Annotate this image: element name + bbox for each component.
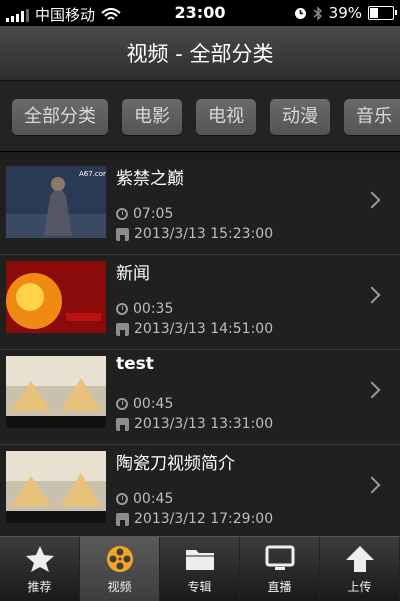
video-list: A67.com 紫禁之巅 07:05 2013/3/13 15:23:00 新闻…: [0, 160, 400, 540]
video-title: test: [116, 354, 154, 374]
chevron-right-icon[interactable]: [363, 476, 381, 494]
category-filter-bar[interactable]: 全部分类 电影 电视 动漫 音乐: [0, 81, 400, 152]
tab-label: 专辑: [187, 580, 212, 594]
upload-date-icon: [116, 512, 129, 526]
duration-text: 00:45: [133, 491, 174, 507]
video-date: 2013/3/13 13:31:00: [116, 416, 273, 432]
upload-date-icon: [116, 322, 129, 336]
monitor-icon: [265, 545, 294, 570]
battery-percent: 39%: [328, 4, 362, 22]
film-reel-icon: [106, 546, 133, 572]
bluetooth-icon: [313, 5, 322, 21]
date-text: 2013/3/13 14:51:00: [134, 321, 274, 337]
list-item[interactable]: test 00:45 2013/3/13 13:31:00: [0, 350, 400, 445]
page-title: 视频 - 全部分类: [126, 42, 274, 66]
clock-icon: [116, 398, 128, 410]
upload-arrow-icon: [345, 546, 374, 572]
category-all-button[interactable]: 全部分类: [12, 99, 108, 135]
video-duration: 00:45: [116, 396, 173, 412]
date-text: 2013/3/13 15:23:00: [134, 226, 274, 242]
duration-text: 00:45: [133, 396, 174, 412]
video-date: 2013/3/13 14:51:00: [116, 321, 273, 337]
tab-recommend[interactable]: 推荐: [0, 537, 80, 601]
date-text: 2013/3/13 13:31:00: [134, 416, 274, 432]
category-movie-button[interactable]: 电影: [122, 99, 182, 135]
navigation-bar: 视频 - 全部分类: [0, 26, 400, 81]
video-title: 新闻: [116, 264, 150, 284]
video-duration: 00:45: [116, 491, 173, 507]
tab-bar: 推荐 视频 专辑 直播 上传: [0, 536, 400, 601]
tab-video[interactable]: 视频: [80, 537, 160, 601]
duration-text: 07:05: [133, 206, 174, 222]
video-title: 陶瓷刀视频简介: [116, 454, 235, 474]
video-title: 紫禁之巅: [116, 169, 184, 189]
tab-label: 推荐: [27, 580, 52, 594]
tab-label: 视频: [107, 580, 132, 594]
upload-date-icon: [116, 417, 129, 431]
category-tv-button[interactable]: 电视: [196, 99, 256, 135]
list-item[interactable]: A67.com 紫禁之巅 07:05 2013/3/13 15:23:00: [0, 160, 400, 255]
thumbnail-watermark: A67.com: [79, 170, 106, 178]
video-thumbnail: [6, 261, 106, 333]
star-icon: [25, 546, 54, 572]
video-thumbnail: [6, 451, 106, 523]
category-music-button[interactable]: 音乐: [344, 99, 400, 135]
list-item[interactable]: 新闻 00:35 2013/3/13 14:51:00: [0, 255, 400, 350]
clock-icon: [116, 208, 128, 220]
date-text: 2013/3/12 17:29:00: [134, 511, 274, 527]
video-date: 2013/3/13 15:23:00: [116, 226, 273, 242]
clock-icon: [116, 493, 128, 505]
status-bar: 中国移动 23:00 39%: [0, 0, 400, 26]
video-duration: 07:05: [116, 206, 173, 222]
chevron-right-icon[interactable]: [363, 191, 381, 209]
clock-icon: [116, 303, 128, 315]
status-right: 39%: [294, 4, 397, 22]
video-date: 2013/3/12 17:29:00: [116, 511, 273, 527]
folder-icon: [185, 550, 214, 570]
video-duration: 00:35: [116, 301, 173, 317]
upload-date-icon: [116, 227, 129, 241]
battery-icon: [368, 6, 397, 20]
tab-album[interactable]: 专辑: [160, 537, 240, 601]
category-anime-button[interactable]: 动漫: [270, 99, 330, 135]
tab-upload[interactable]: 上传: [320, 537, 400, 601]
list-item[interactable]: 陶瓷刀视频简介 00:45 2013/3/12 17:29:00: [0, 445, 400, 540]
video-thumbnail: A67.com: [6, 166, 106, 238]
chevron-right-icon[interactable]: [363, 381, 381, 399]
video-thumbnail: [6, 356, 106, 428]
tab-label: 直播: [267, 580, 292, 594]
chevron-right-icon[interactable]: [363, 286, 381, 304]
tab-live[interactable]: 直播: [240, 537, 320, 601]
alarm-clock-icon: [294, 7, 306, 19]
tab-label: 上传: [347, 580, 372, 594]
duration-text: 00:35: [133, 301, 174, 317]
